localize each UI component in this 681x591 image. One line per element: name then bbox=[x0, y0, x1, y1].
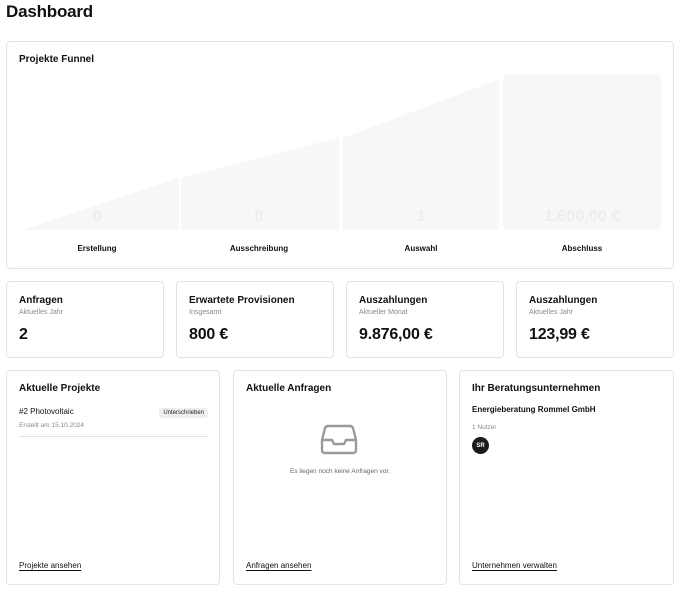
current-projects-title: Aktuelle Projekte bbox=[19, 383, 101, 394]
kpi-value: 123,99 € bbox=[529, 326, 590, 343]
manage-company-link[interactable]: Unternehmen verwalten bbox=[472, 561, 557, 570]
kpi-card-anfragen: Anfragen Aktuelles Jahr 2 bbox=[6, 281, 164, 358]
funnel-label: Erstellung bbox=[77, 244, 117, 253]
kpi-card-provisionen: Erwartete Provisionen Insgesamt 800 € bbox=[176, 281, 334, 358]
funnel-label: Auswahl bbox=[404, 244, 438, 253]
kpi-title: Auszahlungen bbox=[359, 295, 428, 306]
company-name: Energieberatung Rommel GmbH bbox=[472, 405, 596, 414]
kpi-card-auszahlungen-jahr: Auszahlungen Aktuelles Jahr 123,99 € bbox=[516, 281, 674, 358]
funnel-value: 1 bbox=[416, 208, 426, 225]
kpi-value: 2 bbox=[19, 326, 28, 343]
users-count: 1 Nutzer bbox=[472, 424, 497, 431]
funnel-stage-auswahl: 1 Auswahl bbox=[343, 42, 499, 270]
kpi-title: Anfragen bbox=[19, 295, 63, 306]
view-projects-link[interactable]: Projekte ansehen bbox=[19, 561, 81, 570]
project-name: #2 Photovoltaic bbox=[19, 407, 74, 416]
kpi-title: Auszahlungen bbox=[529, 295, 598, 306]
funnel-stage-erstellung: 0 Erstellung bbox=[19, 42, 175, 270]
kpi-card-auszahlungen-monat: Auszahlungen Aktueller Monat 9.876,00 € bbox=[346, 281, 504, 358]
funnel-value: 1.600,00 € bbox=[544, 208, 620, 225]
view-requests-link[interactable]: Anfragen ansehen bbox=[246, 561, 311, 570]
empty-state-text: Es liegen noch keine Anfragen vor. bbox=[289, 468, 391, 475]
current-requests-title: Aktuelle Anfragen bbox=[246, 383, 332, 394]
funnel-label: Ausschreibung bbox=[229, 244, 289, 253]
kpi-subtitle: Insgesamt bbox=[189, 309, 222, 316]
funnel-stage-ausschreibung: 0 Ausschreibung bbox=[181, 42, 337, 270]
kpi-title: Erwartete Provisionen bbox=[189, 295, 295, 306]
status-badge: Unterschrieben bbox=[159, 408, 208, 418]
funnel-value: 0 bbox=[254, 208, 264, 225]
company-card-title: Ihr Beratungsunternehmen bbox=[472, 383, 601, 394]
kpi-subtitle: Aktueller Monat bbox=[359, 309, 408, 316]
current-requests-card: Aktuelle Anfragen Es liegen noch keine A… bbox=[233, 370, 447, 585]
avatar[interactable]: SR bbox=[472, 437, 489, 454]
kpi-subtitle: Aktuelles Jahr bbox=[19, 309, 63, 316]
kpi-subtitle: Aktuelles Jahr bbox=[529, 309, 573, 316]
page-title: Dashboard bbox=[6, 2, 93, 21]
funnel-value: 0 bbox=[92, 208, 102, 225]
funnel-stage-abschluss: 1.600,00 € Abschluss bbox=[503, 42, 661, 270]
inbox-icon bbox=[320, 424, 358, 455]
current-projects-card: Aktuelle Projekte #2 Photovoltaic Unters… bbox=[6, 370, 220, 585]
kpi-value: 9.876,00 € bbox=[359, 326, 433, 343]
projects-funnel-card: Projekte Funnel 0 Erstellung 0 Ausschrei… bbox=[6, 41, 674, 269]
kpi-value: 800 € bbox=[189, 326, 229, 343]
project-list-item[interactable]: #2 Photovoltaic Unterschrieben Erstellt … bbox=[19, 407, 208, 437]
project-created-date: Erstellt am 15.10.2024 bbox=[19, 422, 85, 429]
funnel-label: Abschluss bbox=[561, 244, 603, 253]
company-card: Ihr Beratungsunternehmen Energieberatung… bbox=[459, 370, 674, 585]
